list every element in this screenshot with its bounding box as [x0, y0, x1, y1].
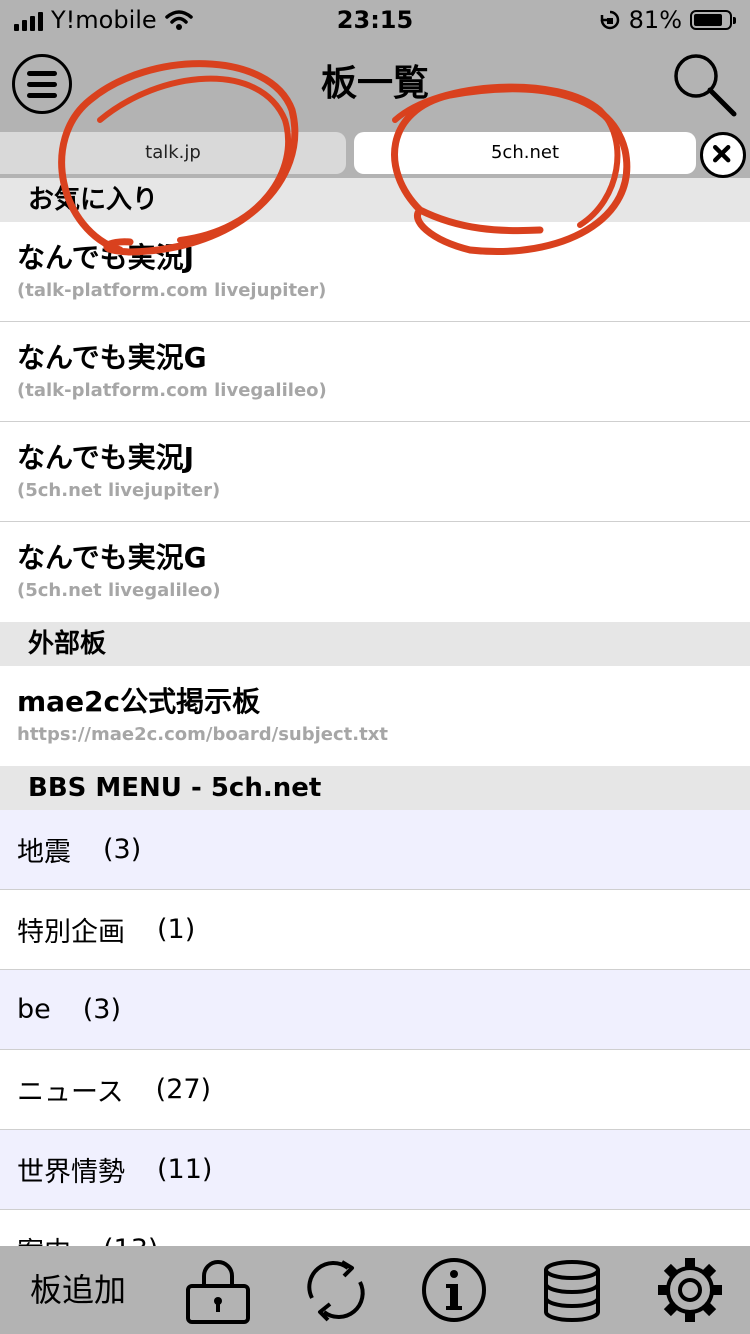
add-board-button[interactable]: 板追加 — [30, 1268, 126, 1312]
category-count: (3) — [82, 994, 121, 1025]
tab-talk-jp[interactable]: talk.jp — [0, 132, 346, 174]
category-name: 世界情勢 — [17, 1157, 125, 1188]
bottom-toolbar: 板追加 — [0, 1246, 750, 1334]
rotation-lock-icon — [600, 10, 619, 30]
board-item[interactable]: なんでも実況J (5ch.net livejupiter) — [0, 422, 750, 522]
page-title: 板一覧 — [320, 63, 429, 104]
section-header-favorites: お気に入り — [0, 178, 750, 222]
category-name: 特別企画 — [17, 917, 125, 948]
database-icon[interactable] — [536, 1254, 608, 1326]
category-row[interactable]: be (3) — [0, 970, 750, 1050]
status-bar: Y!mobile 23:15 81% — [0, 0, 750, 40]
refresh-icon[interactable] — [300, 1254, 372, 1326]
lock-icon[interactable] — [182, 1254, 254, 1326]
category-row[interactable]: ニュース (27) — [0, 1050, 750, 1130]
board-name: なんでも実況G — [17, 341, 207, 374]
board-source: https://mae2c.com/board/subject.txt — [17, 724, 388, 745]
category-count: (3) — [103, 834, 142, 865]
tab-5ch-net[interactable]: 5ch.net — [354, 132, 696, 174]
battery-percent: 81% — [628, 6, 682, 34]
close-icon[interactable] — [700, 132, 746, 178]
category-count: (11) — [157, 1154, 213, 1185]
gear-icon[interactable] — [654, 1254, 726, 1326]
board-name: なんでも実況J — [17, 241, 195, 274]
board-item[interactable]: なんでも実況G (5ch.net livegalileo) — [0, 522, 750, 622]
board-item[interactable]: なんでも実況G (talk-platform.com livegalileo) — [0, 322, 750, 422]
nav-bar: 板一覧 — [0, 40, 750, 130]
board-item[interactable]: なんでも実況J (talk-platform.com livejupiter) — [0, 222, 750, 322]
category-row[interactable]: 特別企画 (1) — [0, 890, 750, 970]
board-name: なんでも実況G — [17, 541, 207, 574]
category-name: 地震 — [17, 837, 71, 868]
category-name: ニュース — [17, 1077, 124, 1108]
tab-bar: talk.jp 5ch.net — [0, 130, 750, 178]
section-header-bbs-menu: BBS MENU - 5ch.net — [0, 766, 750, 810]
category-row[interactable]: 世界情勢 (11) — [0, 1130, 750, 1210]
battery-icon — [690, 10, 736, 30]
category-count: (1) — [157, 914, 196, 945]
board-item[interactable]: mae2c公式掲示板 https://mae2c.com/board/subje… — [0, 666, 750, 766]
category-row[interactable]: 地震 (3) — [0, 810, 750, 890]
battery-level — [694, 14, 722, 26]
section-header-external: 外部板 — [0, 622, 750, 666]
board-source: (talk-platform.com livejupiter) — [17, 280, 327, 301]
status-right: 81% — [599, 4, 736, 36]
board-source: (talk-platform.com livegalileo) — [17, 380, 327, 401]
info-icon[interactable] — [418, 1254, 490, 1326]
board-source: (5ch.net livegalileo) — [17, 580, 221, 601]
category-count: (27) — [155, 1074, 212, 1105]
board-name: なんでも実況J — [17, 441, 195, 474]
category-name: be — [17, 994, 51, 1025]
board-source: (5ch.net livejupiter) — [17, 480, 221, 501]
search-icon[interactable] — [668, 48, 740, 120]
board-name: mae2c公式掲示板 — [17, 685, 261, 718]
